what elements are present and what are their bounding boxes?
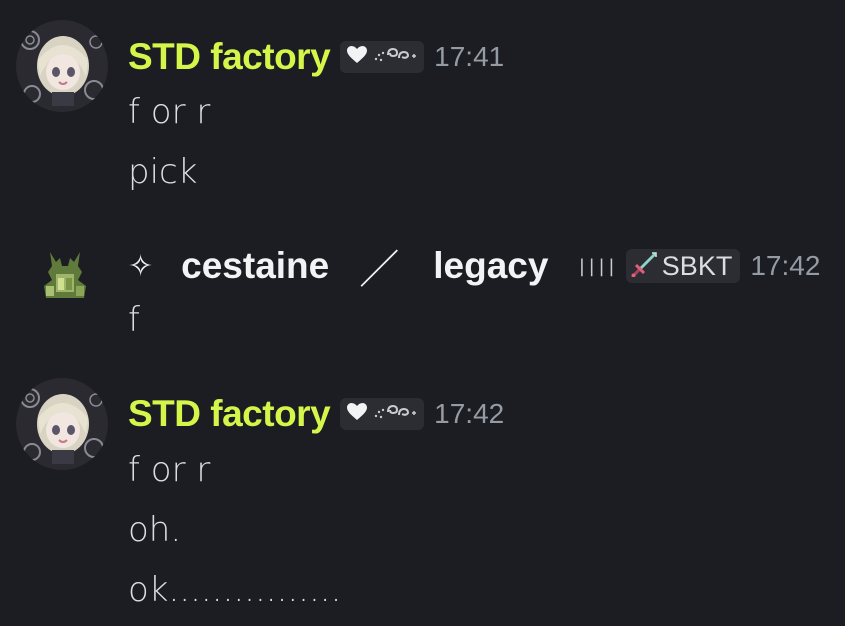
avatar[interactable] bbox=[16, 378, 108, 470]
server-tag[interactable]: SBKT bbox=[625, 249, 741, 283]
message-text: pick bbox=[128, 152, 198, 192]
swirl-icon bbox=[372, 402, 418, 426]
message-text: f or r bbox=[128, 92, 211, 132]
author-name-part[interactable]: cestaine bbox=[181, 245, 329, 287]
timestamp: 17:42 bbox=[434, 398, 505, 429]
author-name[interactable]: STD factory bbox=[128, 393, 331, 435]
message-header: STD factory 17:42 bbox=[128, 393, 505, 435]
message-header: STD factory 17:41 bbox=[128, 36, 505, 78]
message-text: oh. bbox=[128, 510, 182, 550]
sword-icon bbox=[630, 251, 658, 281]
heart-icon bbox=[346, 402, 368, 426]
swirl-icon bbox=[372, 45, 418, 69]
author-tag bbox=[340, 41, 425, 73]
author-name-separator: ／ bbox=[359, 247, 400, 293]
message-text: f bbox=[128, 300, 140, 340]
message-header: ✧ cestaine ／ legacy |||| SBKT 17:42 bbox=[128, 245, 821, 293]
author-tag bbox=[340, 398, 425, 430]
heart-icon bbox=[346, 45, 368, 69]
timestamp: 17:42 bbox=[750, 250, 821, 281]
avatar[interactable] bbox=[36, 246, 94, 304]
author-bars: |||| bbox=[576, 255, 616, 277]
avatar[interactable] bbox=[16, 20, 108, 112]
timestamp: 17:41 bbox=[434, 41, 505, 72]
chat-message-list: STD factory 17:41 f or r pick ✧ cestaine… bbox=[0, 0, 845, 626]
message-text: f or r bbox=[128, 450, 211, 490]
author-name[interactable]: STD factory bbox=[128, 36, 331, 78]
message-text: ok................ bbox=[128, 570, 342, 610]
sparkle-icon: ✧ bbox=[128, 248, 154, 284]
author-name-part[interactable]: legacy bbox=[433, 245, 548, 287]
server-tag-label: SBKT bbox=[661, 250, 733, 281]
